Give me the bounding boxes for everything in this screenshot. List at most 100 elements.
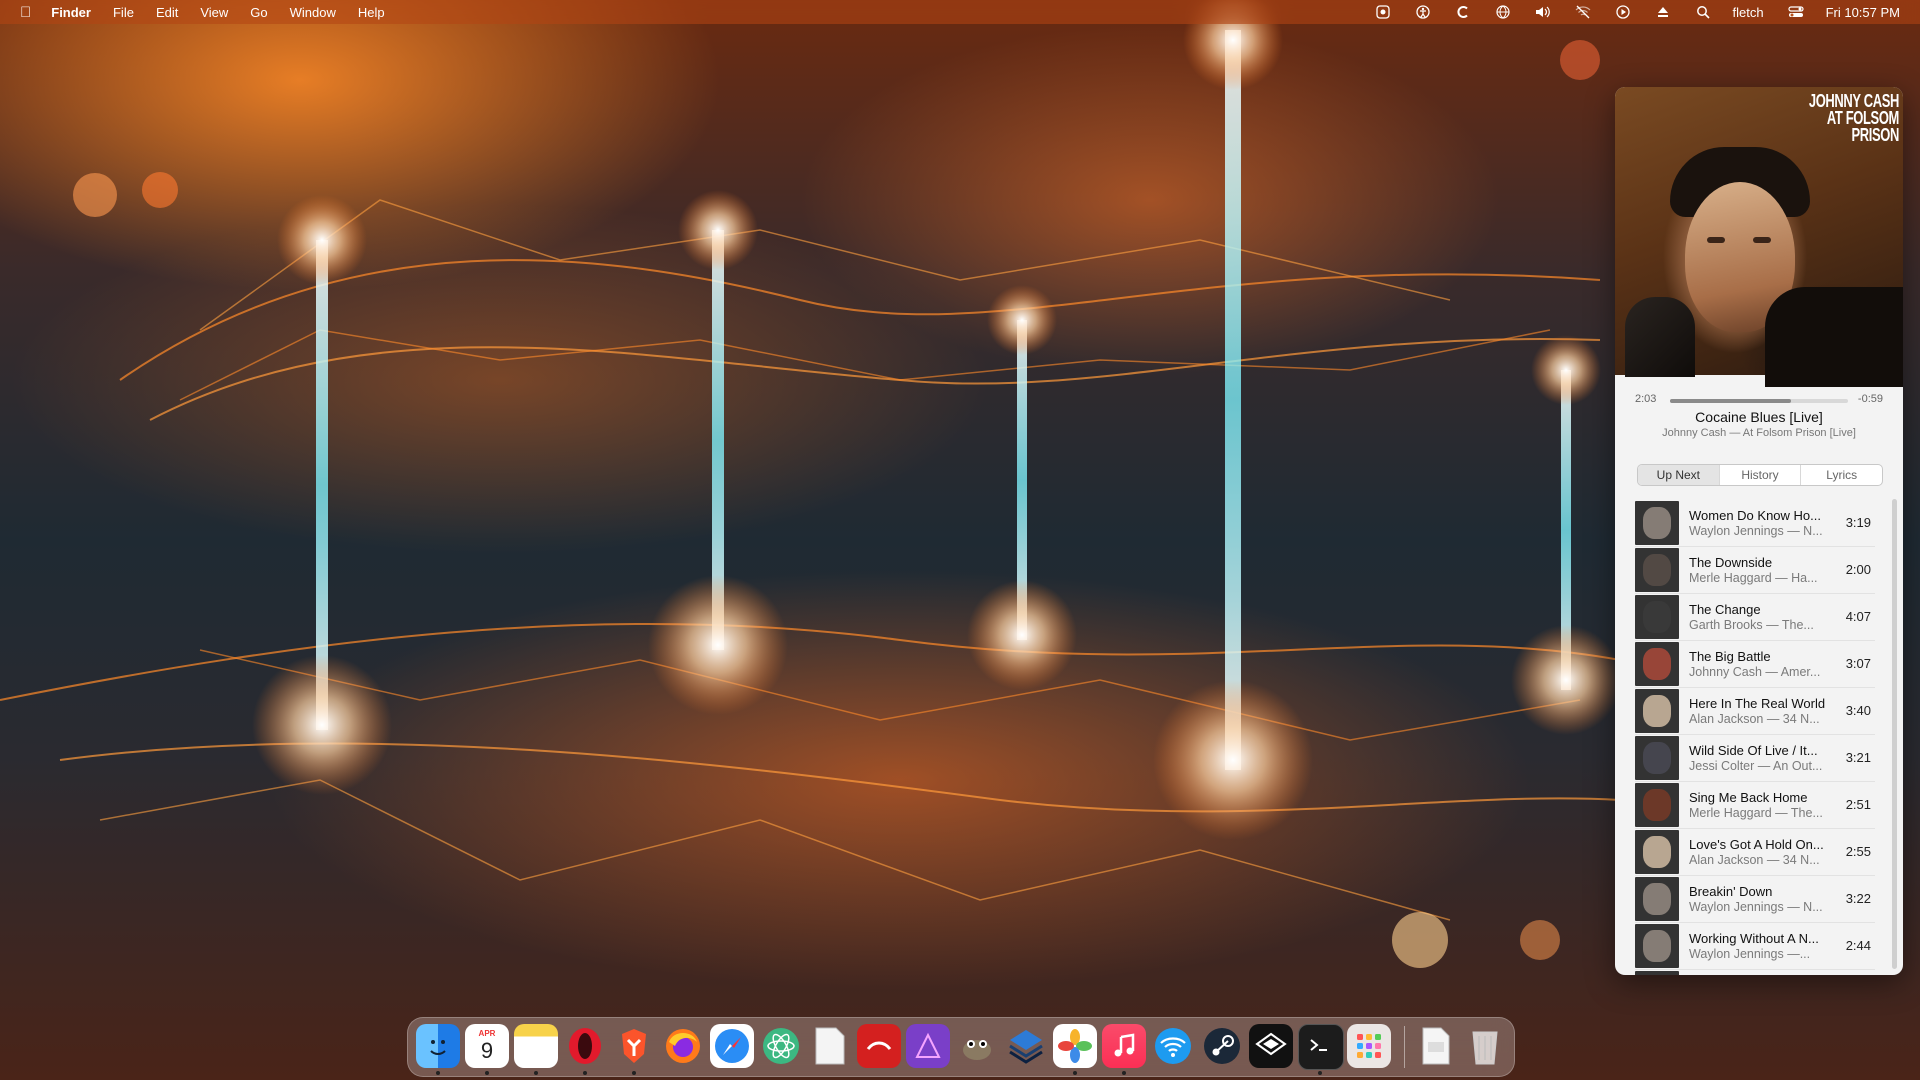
- music-icon[interactable]: [1102, 1024, 1146, 1068]
- progress-slider[interactable]: [1670, 399, 1848, 403]
- finder-icon[interactable]: [416, 1024, 460, 1068]
- steam-icon[interactable]: [1200, 1024, 1244, 1068]
- notes-icon[interactable]: [514, 1024, 558, 1068]
- launchpad-icon[interactable]: [1347, 1024, 1391, 1068]
- queue-row[interactable]: The Change Garth Brooks — The... 4:07: [1635, 594, 1875, 641]
- album-art-eye: [1707, 237, 1725, 243]
- toggle-icon[interactable]: [1787, 5, 1804, 19]
- queue-row[interactable]: Love's Got A Hold On... Alan Jackson — 34…: [1635, 829, 1875, 876]
- queue-album-thumbnail: [1635, 830, 1679, 874]
- calendar-icon[interactable]: APR 9: [465, 1024, 509, 1068]
- queue-track-duration: 3:07: [1845, 656, 1871, 671]
- pdf-reader-icon[interactable]: [857, 1024, 901, 1068]
- running-indicator: [1122, 1071, 1126, 1075]
- queue-row[interactable]: Working Without A N... Waylon Jennings —.…: [1635, 923, 1875, 970]
- terminal-icon[interactable]: [1298, 1024, 1344, 1070]
- thumbnail-art: [1643, 789, 1671, 821]
- album-art-coat: [1765, 287, 1903, 387]
- queue-track-duration: 3:19: [1845, 515, 1871, 530]
- menu-go[interactable]: Go: [250, 5, 267, 20]
- atom-icon[interactable]: [759, 1024, 803, 1068]
- queue-row[interactable]: Feelin': [1635, 970, 1875, 975]
- scale-icon[interactable]: [1375, 5, 1391, 19]
- eject-icon[interactable]: [1655, 5, 1671, 19]
- brave-icon[interactable]: [612, 1024, 656, 1068]
- menu-window[interactable]: Window: [290, 5, 336, 20]
- queue-row[interactable]: Here In The Real World Alan Jackson — 34 …: [1635, 688, 1875, 735]
- accessibility-icon[interactable]: [1415, 5, 1431, 19]
- queue-track-duration: 3:40: [1845, 703, 1871, 718]
- thumbnail-art: [1643, 601, 1671, 633]
- search-icon[interactable]: [1695, 5, 1711, 19]
- textedit-icon[interactable]: [808, 1024, 852, 1068]
- menu-view[interactable]: View: [200, 5, 228, 20]
- queue-track-artist-album: Jessi Colter — An Out...: [1689, 759, 1823, 773]
- apple-menu-icon[interactable]: : [20, 4, 31, 21]
- menu-clock[interactable]: Fri 10:57 PM: [1826, 5, 1900, 20]
- running-indicator: [632, 1071, 636, 1075]
- firefox-icon[interactable]: [661, 1024, 705, 1068]
- queue-track-title: The Downside: [1689, 555, 1773, 570]
- queue-track-artist-album: Merle Haggard — The...: [1689, 806, 1823, 820]
- running-indicator: [1318, 1071, 1322, 1075]
- queue-album-thumbnail: [1635, 971, 1679, 975]
- safari-icon[interactable]: [710, 1024, 754, 1068]
- queue-album-thumbnail: [1635, 877, 1679, 921]
- queue-tabs: Up Next History Lyrics: [1637, 464, 1883, 486]
- queue-track-title: Sing Me Back Home: [1689, 790, 1808, 805]
- queue-row[interactable]: Breakin' Down Waylon Jennings — N... 3:22: [1635, 876, 1875, 923]
- tab-lyrics[interactable]: Lyrics: [1801, 465, 1882, 485]
- queue-album-thumbnail: [1635, 783, 1679, 827]
- thumbnail-art: [1643, 742, 1671, 774]
- queue-track-artist-album: Johnny Cash — Amer...: [1689, 665, 1821, 679]
- queue-album-thumbnail: [1635, 548, 1679, 592]
- queue-track-artist-album: Alan Jackson — 34 N...: [1689, 853, 1820, 867]
- thumbnail-art: [1643, 648, 1671, 680]
- queue-track-artist-album: Waylon Jennings — N...: [1689, 900, 1823, 914]
- queue-track-duration: 4:07: [1845, 609, 1871, 624]
- airport-icon[interactable]: [1249, 1024, 1293, 1068]
- queue-track-artist-album: Alan Jackson — 34 N...: [1689, 712, 1820, 726]
- running-indicator: [436, 1071, 440, 1075]
- pdf-document-icon[interactable]: [1414, 1024, 1458, 1068]
- pages-stack-icon[interactable]: [1004, 1024, 1048, 1068]
- play-circle-icon[interactable]: [1615, 5, 1631, 19]
- app-menu-finder[interactable]: Finder: [51, 5, 91, 20]
- wifi-off-icon[interactable]: [1575, 5, 1591, 19]
- progress-row: 2:03 -0:59: [1615, 389, 1903, 409]
- menu-edit[interactable]: Edit: [156, 5, 178, 20]
- photos-icon[interactable]: [1053, 1024, 1097, 1068]
- queue-track-title: Love's Got A Hold On...: [1689, 837, 1824, 852]
- menu-file[interactable]: File: [113, 5, 134, 20]
- queue-row[interactable]: Wild Side Of Live / It... Jessi Colter — …: [1635, 735, 1875, 782]
- queue-track-duration: 2:00: [1845, 562, 1871, 577]
- affinity-icon[interactable]: [906, 1024, 950, 1068]
- trash-icon[interactable]: [1463, 1024, 1507, 1068]
- tab-history[interactable]: History: [1720, 465, 1802, 485]
- queue-scrollbar[interactable]: [1892, 499, 1897, 969]
- queue-row[interactable]: Sing Me Back Home Merle Haggard — The... 2…: [1635, 782, 1875, 829]
- user-name[interactable]: fletch: [1733, 5, 1764, 20]
- music-miniplayer: JOHNNY CASH AT FOLSOM PRISON 2:03 -0:59 …: [1615, 87, 1903, 975]
- queue-track-duration: 3:22: [1845, 891, 1871, 906]
- menu-help[interactable]: Help: [358, 5, 385, 20]
- queue-row[interactable]: The Big Battle Johnny Cash — Amer... 3:07: [1635, 641, 1875, 688]
- tab-up-next[interactable]: Up Next: [1638, 465, 1720, 485]
- album-art-microphone: [1625, 297, 1695, 377]
- opera-icon[interactable]: [563, 1024, 607, 1068]
- c-icon[interactable]: [1455, 5, 1471, 19]
- network-icon[interactable]: [1151, 1024, 1195, 1068]
- album-art[interactable]: JOHNNY CASH AT FOLSOM PRISON: [1615, 87, 1903, 387]
- queue-album-thumbnail: [1635, 595, 1679, 639]
- queue-track-duration: 2:55: [1845, 844, 1871, 859]
- dock: APR 9: [407, 1017, 1515, 1077]
- queue-row[interactable]: The Downside Merle Haggard — Ha... 2:00: [1635, 547, 1875, 594]
- progress-fill: [1670, 399, 1792, 403]
- queue-track-title: Women Do Know Ho...: [1689, 508, 1821, 523]
- globe-icon[interactable]: [1495, 5, 1511, 19]
- remaining-time: -0:59: [1857, 393, 1883, 405]
- gimp-icon[interactable]: [955, 1024, 999, 1068]
- queue-track-title: Here In The Real World: [1689, 696, 1826, 711]
- queue-row[interactable]: Women Do Know Ho... Waylon Jennings — N..…: [1635, 500, 1875, 547]
- volume-icon[interactable]: [1535, 5, 1551, 19]
